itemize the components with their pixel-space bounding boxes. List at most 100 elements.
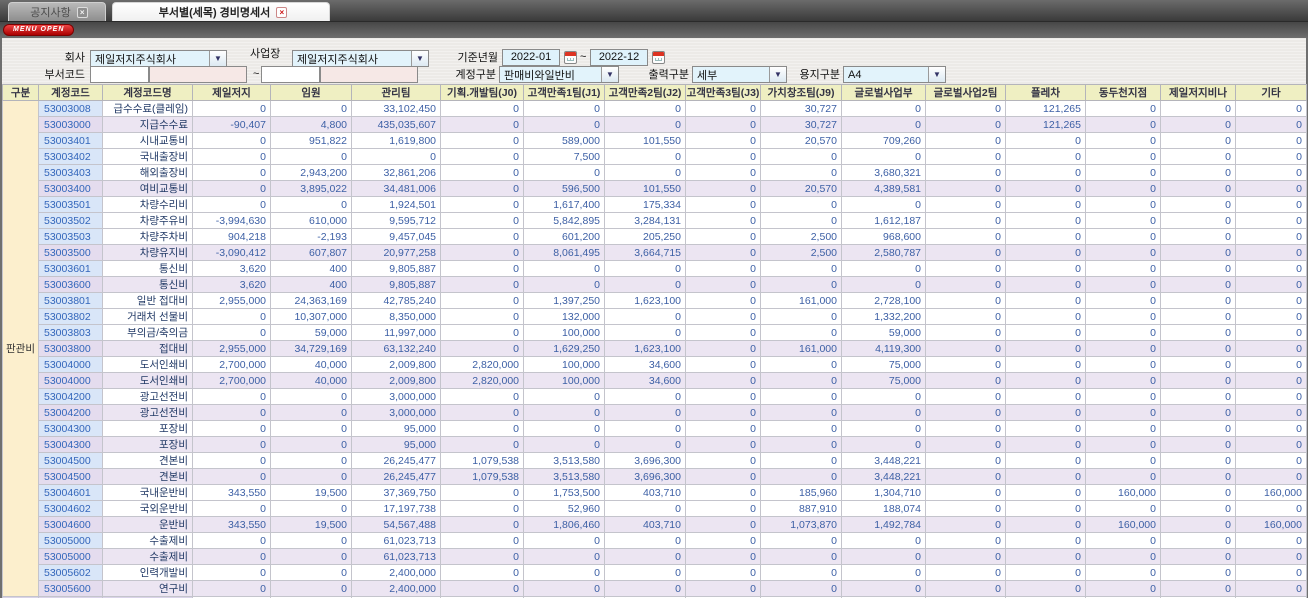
amount-cell[interactable]: 161,000 (760, 340, 842, 357)
amount-cell[interactable]: 0 (1085, 388, 1161, 405)
amount-cell[interactable]: 205,250 (604, 228, 686, 245)
amount-cell[interactable]: 188,074 (841, 500, 926, 517)
amount-cell[interactable]: 0 (1235, 356, 1307, 373)
chevron-down-icon[interactable]: ▼ (601, 67, 618, 82)
amount-cell[interactable]: 0 (685, 244, 761, 261)
amount-cell[interactable]: 1,612,187 (841, 212, 926, 229)
amount-cell[interactable]: 3,448,221 (841, 468, 926, 485)
amount-cell[interactable]: 0 (925, 340, 1006, 357)
calendar-icon[interactable] (652, 51, 665, 64)
amount-cell[interactable]: 0 (270, 148, 352, 165)
amount-cell[interactable]: 0 (1235, 148, 1307, 165)
amount-cell[interactable]: 0 (1085, 228, 1161, 245)
amount-cell[interactable]: 2,820,000 (440, 372, 524, 389)
amount-cell[interactable]: 0 (523, 420, 605, 437)
amount-cell[interactable]: 0 (1160, 180, 1236, 197)
amount-cell[interactable]: 2,943,200 (270, 164, 352, 181)
amount-cell[interactable]: 0 (685, 388, 761, 405)
table-row[interactable]: 53003601 통신비 3,620 400 9,805,887 0 0 0 0 0 0 0 0 0 0 0 (3, 260, 1307, 277)
amount-cell[interactable]: 0 (1160, 100, 1236, 117)
account-name-cell[interactable]: 광고선전비 (102, 388, 193, 405)
amount-cell[interactable]: 3,513,580 (523, 468, 605, 485)
account-code-cell[interactable]: 53003502 (38, 212, 103, 229)
amount-cell[interactable]: 2,820,000 (440, 356, 524, 373)
amount-cell[interactable]: 0 (841, 388, 926, 405)
amount-cell[interactable]: 0 (1235, 276, 1307, 293)
amount-cell[interactable]: 0 (1235, 308, 1307, 325)
amount-cell[interactable]: 160,000 (1235, 484, 1307, 501)
account-name-cell[interactable]: 도서인쇄비 (102, 372, 193, 389)
amount-cell[interactable]: 0 (760, 532, 842, 549)
amount-cell[interactable]: 1,332,200 (841, 308, 926, 325)
amount-cell[interactable]: 0 (192, 500, 271, 517)
amount-cell[interactable]: 0 (1005, 292, 1086, 309)
amount-cell[interactable]: 0 (1085, 196, 1161, 213)
amount-cell[interactable]: 0 (1160, 196, 1236, 213)
amount-cell[interactable]: 0 (685, 404, 761, 421)
amount-cell[interactable]: 0 (1235, 436, 1307, 453)
account-code-cell[interactable]: 53003403 (38, 164, 103, 181)
amount-cell[interactable]: 1,806,460 (523, 516, 605, 533)
amount-cell[interactable]: 0 (685, 196, 761, 213)
account-name-cell[interactable]: 급수수료(클레임) (102, 100, 193, 117)
table-row[interactable]: 53003401 시내교통비 0 951,822 1,619,800 0 589,000 10… (3, 132, 1307, 149)
amount-cell[interactable]: 34,729,169 (270, 340, 352, 357)
amount-cell[interactable]: 8,061,495 (523, 244, 605, 261)
table-row[interactable]: 판관비 53003008 급수수료(클레임) 0 0 33,102,450 0 0 0 0 30,7… (2, 100, 1307, 597)
amount-cell[interactable]: 0 (192, 564, 271, 581)
amount-cell[interactable]: 0 (1005, 452, 1086, 469)
amount-cell[interactable]: 0 (192, 404, 271, 421)
amount-cell[interactable]: 0 (685, 532, 761, 549)
amount-cell[interactable]: 0 (1160, 356, 1236, 373)
amount-cell[interactable]: 0 (604, 532, 686, 549)
amount-cell[interactable]: 9,805,887 (351, 260, 441, 277)
amount-cell[interactable]: 2,009,800 (351, 356, 441, 373)
amount-cell[interactable]: 4,119,300 (841, 340, 926, 357)
amount-cell[interactable]: 0 (192, 100, 271, 117)
amount-cell[interactable]: 0 (1085, 564, 1161, 581)
amount-cell[interactable]: 0 (1235, 548, 1307, 565)
amount-cell[interactable]: 0 (1160, 228, 1236, 245)
amount-cell[interactable]: 0 (1005, 564, 1086, 581)
amount-cell[interactable]: 0 (523, 580, 605, 597)
amount-cell[interactable]: 0 (1235, 452, 1307, 469)
amount-cell[interactable]: 601,200 (523, 228, 605, 245)
account-code-cell[interactable]: 53004500 (38, 452, 103, 469)
amount-cell[interactable]: 0 (440, 164, 524, 181)
amount-cell[interactable]: 0 (1160, 132, 1236, 149)
amount-cell[interactable]: 0 (192, 548, 271, 565)
amount-cell[interactable]: 161,000 (760, 292, 842, 309)
amount-cell[interactable]: 0 (1085, 244, 1161, 261)
amount-cell[interactable]: 0 (760, 196, 842, 213)
amount-cell[interactable]: 0 (192, 164, 271, 181)
amount-cell[interactable]: 0 (1005, 164, 1086, 181)
chevron-down-icon[interactable]: ▼ (209, 51, 226, 66)
table-row[interactable]: 53004601 국내운반비 343,550 19,500 37,369,750 0 1,7… (3, 484, 1307, 501)
amount-cell[interactable]: 0 (1160, 260, 1236, 277)
amount-cell[interactable]: 0 (685, 276, 761, 293)
amount-cell[interactable]: 0 (925, 420, 1006, 437)
amount-cell[interactable]: 0 (440, 212, 524, 229)
table-row[interactable]: 53005000 수출제비 0 0 61,023,713 0 0 0 0 0 0 0 0 0 0 0 (3, 548, 1307, 565)
amount-cell[interactable]: 75,000 (841, 356, 926, 373)
amount-cell[interactable]: 0 (440, 228, 524, 245)
amount-cell[interactable]: 0 (1005, 244, 1086, 261)
amount-cell[interactable]: 0 (760, 564, 842, 581)
amount-cell[interactable]: 0 (925, 132, 1006, 149)
amount-cell[interactable]: 0 (192, 308, 271, 325)
amount-cell[interactable]: 2,400,000 (351, 564, 441, 581)
table-row[interactable]: 53003000 지급수수료 -90,407 4,800 435,035,607 0 0 0 0… (3, 116, 1307, 133)
amount-cell[interactable]: 400 (270, 260, 352, 277)
amount-cell[interactable]: 0 (440, 132, 524, 149)
amount-cell[interactable]: 0 (685, 484, 761, 501)
amount-cell[interactable]: -3,090,412 (192, 244, 271, 261)
amount-cell[interactable]: 0 (925, 276, 1006, 293)
amount-cell[interactable]: 101,550 (604, 180, 686, 197)
account-code-cell[interactable]: 53003801 (38, 292, 103, 309)
amount-cell[interactable]: 3,000,000 (351, 404, 441, 421)
amount-cell[interactable]: 3,513,580 (523, 452, 605, 469)
amount-cell[interactable]: 0 (440, 196, 524, 213)
amount-cell[interactable]: 0 (1005, 180, 1086, 197)
amount-cell[interactable]: 0 (1005, 212, 1086, 229)
amount-cell[interactable]: 20,977,258 (351, 244, 441, 261)
